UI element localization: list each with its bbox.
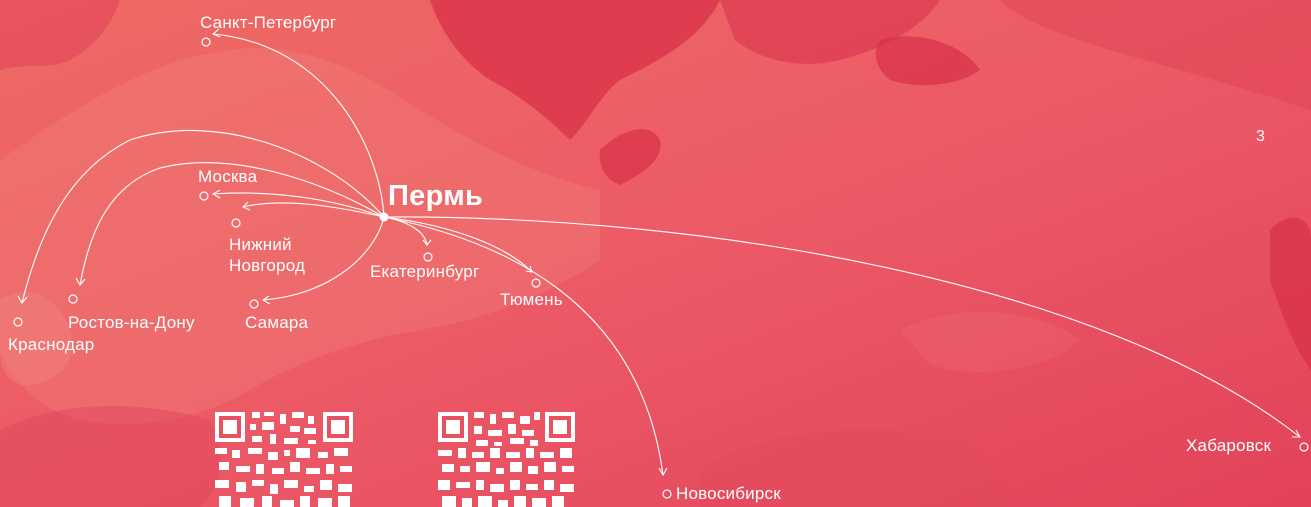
city-label-yekaterinburg: Екатеринбург <box>370 262 480 281</box>
city-label-spb: Санкт-Петербург <box>200 13 337 32</box>
city-label-nizhny-line2: Новгород <box>229 256 306 275</box>
city-label-krasnodar: Краснодар <box>8 335 95 354</box>
map-background <box>0 0 1311 507</box>
hub-city-label: Пермь <box>388 180 484 212</box>
city-label-khabarovsk: Хабаровск <box>1186 436 1272 455</box>
city-label-samara: Самара <box>245 313 309 332</box>
city-label-moscow: Москва <box>198 167 258 186</box>
land-shape <box>0 406 221 507</box>
city-label-novosibirsk: Новосибирск <box>676 484 781 503</box>
hub-marker <box>379 212 389 222</box>
city-label-rostov: Ростов-на-Дону <box>68 313 195 332</box>
page-number: 3 <box>1256 128 1265 145</box>
city-label-nizhny-line1: Нижний <box>229 235 292 254</box>
city-label-tyumen: Тюмень <box>500 290 563 309</box>
